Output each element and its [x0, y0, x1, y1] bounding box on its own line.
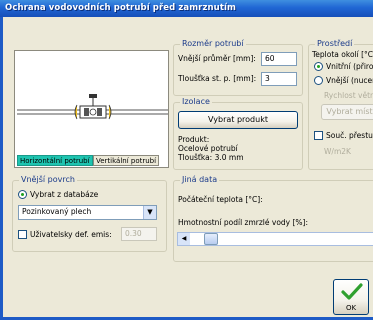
- tab-horizontal-pipe[interactable]: Horizontální potrubí: [17, 155, 93, 166]
- wall-thickness-label: Tloušťka st. p. [mm]:: [178, 74, 257, 83]
- heat-transfer-unit: W/m2K: [324, 147, 351, 156]
- pipe-size-group: Rozměr potrubí Vnější průměr [mm]: 60 Tl…: [173, 39, 303, 96]
- radio-from-database[interactable]: [18, 190, 27, 199]
- product-label: Produkt:: [178, 135, 210, 144]
- ok-button[interactable]: OK: [333, 279, 369, 315]
- tab-vertical-pipe[interactable]: Vertikální potrubí: [93, 155, 160, 166]
- product-thickness: Tloušťka: 3.0 mm: [178, 153, 244, 162]
- material-select[interactable]: Pozinkovaný plech ▼: [18, 205, 157, 220]
- insulation-title: Izolace: [180, 97, 212, 106]
- chevron-down-icon[interactable]: ▼: [143, 206, 156, 219]
- radio-from-database-label: Vybrat z databáze: [30, 190, 99, 199]
- outer-diameter-label: Vnější průměr [mm]:: [178, 54, 256, 63]
- radio-inner-natural[interactable]: [314, 62, 323, 71]
- frozen-mass-slider[interactable]: ◀: [177, 232, 373, 246]
- slider-thumb[interactable]: [204, 233, 219, 245]
- heat-transfer-checkbox[interactable]: [314, 131, 323, 140]
- wall-thickness-input[interactable]: 3: [261, 72, 297, 86]
- user-emissivity-label: Uživatelsky def. emis:: [30, 230, 112, 239]
- ok-button-label: OK: [345, 304, 357, 312]
- material-select-value: Pozinkovaný plech: [22, 207, 92, 216]
- frozen-mass-label: Hmotnostní podíl zmrzlé vody [%]:: [178, 218, 309, 227]
- other-data-title: Jiná data: [180, 175, 220, 184]
- ambient-temp-label: Teplota okolí [°C]:: [312, 50, 373, 59]
- dialog-window: Horizontální potrubí Vertikální potrubí …: [0, 17, 373, 320]
- environment-group: Prostředí Teplota okolí [°C]: Vnitřní (p…: [308, 39, 373, 170]
- radio-inner-label: Vnitřní (přiroz: [326, 62, 373, 71]
- wind-speed-label: Rychlost větru: [324, 91, 373, 100]
- radio-outer-label: Vnější (nucen: [326, 76, 373, 85]
- other-data-group: Jiná data Počáteční teplota [°C]: Hmotno…: [173, 175, 373, 262]
- pipe-drawing-icon: [17, 94, 168, 120]
- outer-diameter-input[interactable]: 60: [261, 52, 297, 66]
- heat-transfer-label: Souč. přestu: [326, 131, 373, 140]
- initial-temp-label: Počáteční teplota [°C]:: [178, 195, 263, 204]
- radio-outer-forced[interactable]: [314, 76, 323, 85]
- user-emissivity-checkbox[interactable]: [18, 230, 27, 239]
- outer-surface-title: Vnější povrch: [19, 175, 77, 184]
- pipe-preview: Horizontální potrubí Vertikální potrubí: [14, 50, 169, 168]
- insulation-group: Izolace Vybrat produkt Produkt: Ocelové …: [173, 97, 303, 170]
- checkmark-icon: [341, 283, 363, 300]
- slider-left-arrow-icon[interactable]: ◀: [178, 233, 190, 245]
- product-name: Ocelové potrubí: [178, 144, 238, 153]
- pipe-size-title: Rozměr potrubí: [180, 39, 246, 48]
- select-product-button[interactable]: Vybrat produkt: [178, 111, 298, 129]
- environment-title: Prostředí: [315, 39, 355, 48]
- window-title: Ochrana vodovodních potrubí před zamrznu…: [0, 0, 373, 17]
- select-location-button[interactable]: Vybrat místo: [321, 104, 373, 120]
- user-emissivity-input[interactable]: 0.30: [121, 227, 157, 241]
- outer-surface-group: Vnější povrch Vybrat z databáze Pozinkov…: [12, 175, 167, 252]
